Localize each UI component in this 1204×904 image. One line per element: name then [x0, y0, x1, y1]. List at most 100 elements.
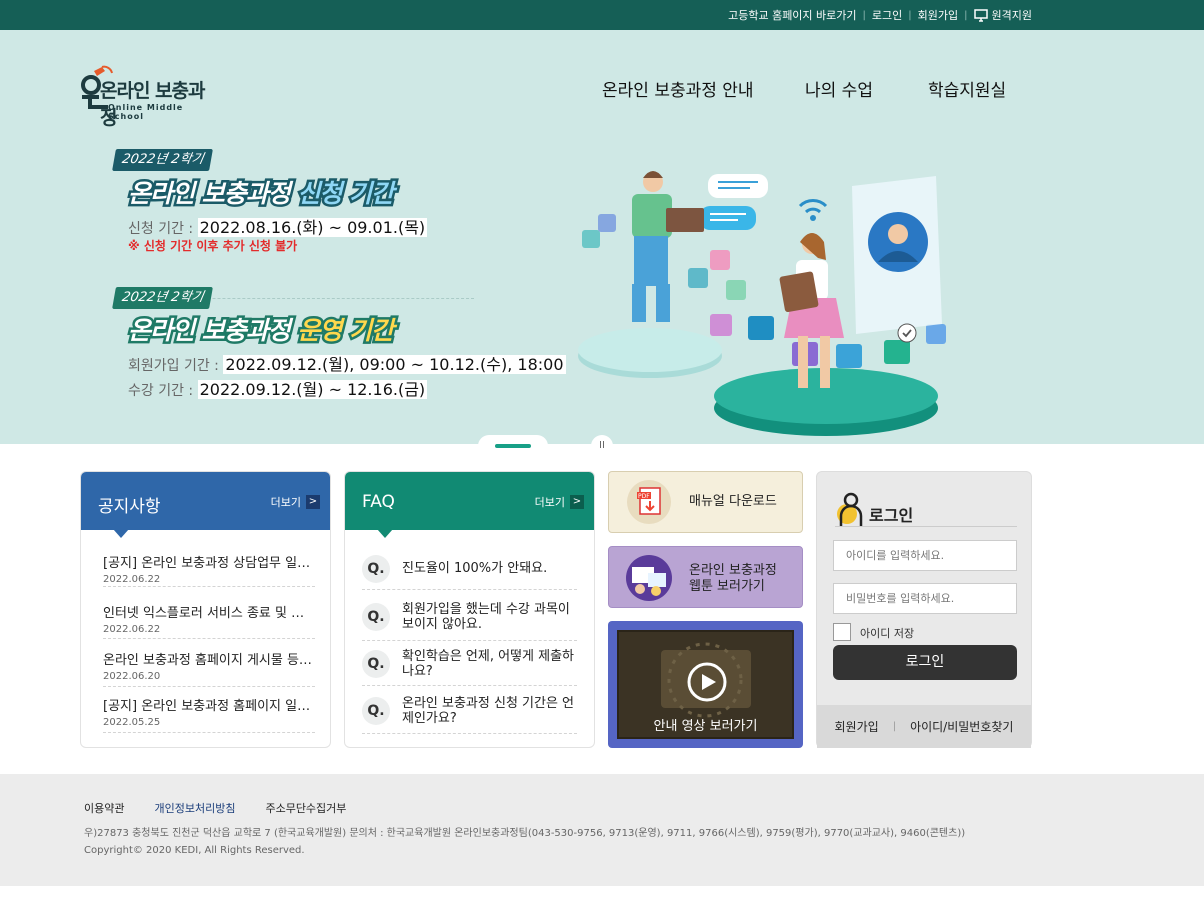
headline-prefix: 온라인 보충과정: [125, 314, 298, 348]
terms-link[interactable]: 이용약관: [84, 800, 124, 816]
footer-copyright: Copyright© 2020 KEDI, All Rights Reserve…: [84, 845, 305, 856]
id-input[interactable]: [833, 540, 1017, 571]
webtoon-label-line2: 웹툰 보러가기: [689, 579, 765, 594]
save-id-checkbox[interactable]: [833, 623, 851, 641]
pause-button[interactable]: II: [591, 435, 613, 457]
webtoon-icon: [626, 555, 672, 601]
manual-download-button[interactable]: PDF 매뉴얼 다운로드: [608, 471, 803, 533]
list-item[interactable]: 온라인 보충과정 홈페이지 게시물 등… 2022.06.20: [103, 649, 315, 687]
nav-learning-support[interactable]: 학습지원실: [928, 76, 1006, 101]
footer-links: 이용약관 개인정보처리방침 주소무단수집거부: [84, 800, 346, 816]
play-icon: [687, 662, 727, 702]
list-item[interactable]: 인터넷 익스플로러 서비스 종료 및 권… 2022.06.22: [103, 602, 315, 639]
password-input[interactable]: [833, 583, 1017, 614]
login-link[interactable]: 로그인: [872, 7, 902, 23]
study-period-label: 수강 기간 :: [128, 383, 194, 399]
pdf-download-icon: PDF: [627, 480, 671, 524]
video-thumbnail: 안내 영상 보러가기: [617, 630, 794, 739]
webtoon-label-line1: 온라인 보충과정: [689, 563, 777, 578]
highschool-link[interactable]: 고등학교 홈페이지 바로가기: [728, 7, 856, 23]
faq-panel: FAQ 더보기 > Q. 진도율이 100%가 안돼요. Q. 회원가입을 했는…: [344, 471, 595, 748]
faq-item[interactable]: Q. 온라인 보충과정 신청 기간은 언제인가요?: [362, 688, 577, 734]
nav-my-class[interactable]: 나의 수업: [805, 76, 873, 101]
webtoon-label: 온라인 보충과정 웹툰 보러가기: [689, 563, 777, 595]
apply-period-label: 신청 기간 :: [128, 221, 194, 237]
webtoon-button[interactable]: 온라인 보충과정 웹툰 보러가기: [608, 546, 803, 608]
q-badge: Q.: [362, 554, 390, 583]
top-utility-bar: 고등학교 홈페이지 바로가기 | 로그인 | 회원가입 | 원격지원: [0, 0, 1204, 30]
faq-question: 회원가입을 했는데 수강 과목이 보이지 않아요.: [402, 602, 570, 632]
headline-highlight: 운영 기간: [295, 314, 397, 348]
nav-guide[interactable]: 온라인 보충과정 안내: [602, 76, 754, 101]
footer-address: 우)27873 충청북도 진천군 덕산읍 교학로 7 (한국교육개발원) 문의처…: [84, 828, 966, 839]
logo-subtitle: Online Middle School: [108, 103, 184, 121]
slide-indicator[interactable]: [478, 435, 548, 457]
notice-panel: 공지사항 더보기 > [공지] 온라인 보충과정 상담업무 일시… 2022.0…: [80, 471, 331, 748]
guide-video-button[interactable]: 안내 영상 보러가기: [608, 621, 803, 748]
faq-more-button[interactable]: 더보기 >: [535, 494, 584, 510]
email-refuse-link[interactable]: 주소무단수집거부: [265, 800, 346, 816]
faq-item[interactable]: Q. 회원가입을 했는데 수강 과목이 보이지 않아요.: [362, 594, 577, 641]
remote-support-link[interactable]: 원격지원: [973, 7, 1032, 23]
chevron-right-icon: >: [570, 495, 584, 509]
user-icon: [837, 492, 863, 526]
notice-header: 공지사항 더보기 >: [81, 472, 330, 530]
study-period-value: 2022.09.12.(월) ~ 12.16.(금): [197, 380, 428, 399]
notice-item-date: 2022.06.22: [103, 574, 161, 585]
q-badge: Q.: [362, 603, 390, 631]
semester-badge: 2022년 2학기: [112, 287, 214, 309]
divider: |: [964, 9, 968, 21]
notice-more-button[interactable]: 더보기 >: [271, 494, 320, 510]
divider: |: [892, 721, 897, 732]
notice-item-title: 온라인 보충과정 홈페이지 게시물 등…: [103, 653, 312, 668]
notice-item-title: [공지] 온라인 보충과정 홈페이지 일시…: [103, 699, 315, 714]
chevron-right-icon: >: [306, 495, 320, 509]
apply-period: 신청 기간 : 2022.08.16.(화) ~ 09.01.(목): [128, 214, 428, 238]
join-period-label: 회원가입 기간 :: [128, 358, 219, 374]
notice-item-title: [공지] 온라인 보충과정 상담업무 일시…: [103, 556, 315, 571]
list-item[interactable]: [공지] 온라인 보충과정 상담업무 일시… 2022.06.22: [103, 552, 315, 587]
apply-headline: 온라인 보충과정 신청 기간: [125, 174, 396, 211]
login-panel: 로그인 아이디 저장 로그인 회원가입 | 아이디/비밀번호찾기: [816, 471, 1032, 748]
more-label: 더보기: [534, 496, 565, 509]
notice-item-date: 2022.05.25: [103, 717, 161, 728]
q-badge: Q.: [362, 696, 390, 725]
signup-link[interactable]: 회원가입: [835, 718, 879, 735]
utility-links: 고등학교 홈페이지 바로가기 | 로그인 | 회원가입 | 원격지원: [728, 0, 1032, 30]
faq-question: 진도율이 100%가 안돼요.: [402, 561, 548, 576]
semester-badge: 2022년 2학기: [112, 149, 214, 171]
find-account-link[interactable]: 아이디/비밀번호찾기: [910, 718, 1013, 735]
faq-title: FAQ: [362, 492, 395, 512]
notice-item-date: 2022.06.22: [103, 624, 161, 635]
apply-warning: ※ 신청 기간 이후 추가 신청 불가: [128, 239, 298, 253]
faq-question: 확인학습은 언제, 어떻게 제출하나요?: [402, 648, 575, 679]
faq-item[interactable]: Q. 진도율이 100%가 안돼요.: [362, 548, 577, 590]
header-notch: [113, 529, 129, 538]
study-period: 수강 기간 : 2022.09.12.(월) ~ 12.16.(금): [128, 376, 428, 400]
hero-illustration: [578, 171, 946, 436]
headline-prefix: 온라인 보충과정: [125, 177, 298, 211]
privacy-policy-link[interactable]: 개인정보처리방침: [154, 800, 235, 816]
divider: [835, 526, 1017, 527]
signup-link[interactable]: 회원가입: [918, 7, 958, 23]
hero-banner: 온라인 보충과정 Online Middle School 온라인 보충과정 안…: [0, 30, 1204, 457]
list-item[interactable]: [공지] 온라인 보충과정 홈페이지 일시… 2022.05.25: [103, 695, 315, 733]
notice-item-date: 2022.06.20: [103, 671, 161, 682]
login-title: 로그인: [869, 506, 914, 525]
operation-headline: 온라인 보충과정 운영 기간: [125, 311, 397, 348]
pdf-text: PDF: [638, 493, 650, 500]
faq-item[interactable]: Q. 확인학습은 언제, 어떻게 제출하나요?: [362, 642, 577, 686]
site-logo[interactable]: 온라인 보충과정 Online Middle School: [80, 65, 220, 129]
divider: |: [862, 9, 866, 21]
faq-header: FAQ 더보기 >: [345, 472, 594, 530]
video-label: 안내 영상 보러가기: [653, 719, 758, 734]
manual-download-label: 매뉴얼 다운로드: [689, 494, 777, 509]
divider: |: [908, 9, 912, 21]
login-button[interactable]: 로그인: [833, 645, 1017, 680]
notice-item-title: 인터넷 익스플로러 서비스 종료 및 권…: [103, 606, 315, 621]
join-period-value: 2022.09.12.(월), 09:00 ~ 10.12.(수), 18:00: [223, 355, 566, 374]
active-slide-bar: [495, 444, 531, 448]
remote-support-label: 원격지원: [991, 9, 1032, 22]
login-footer-links: 회원가입 | 아이디/비밀번호찾기: [817, 705, 1031, 748]
faq-question: 온라인 보충과정 신청 기간은 언제인가요?: [402, 695, 575, 726]
